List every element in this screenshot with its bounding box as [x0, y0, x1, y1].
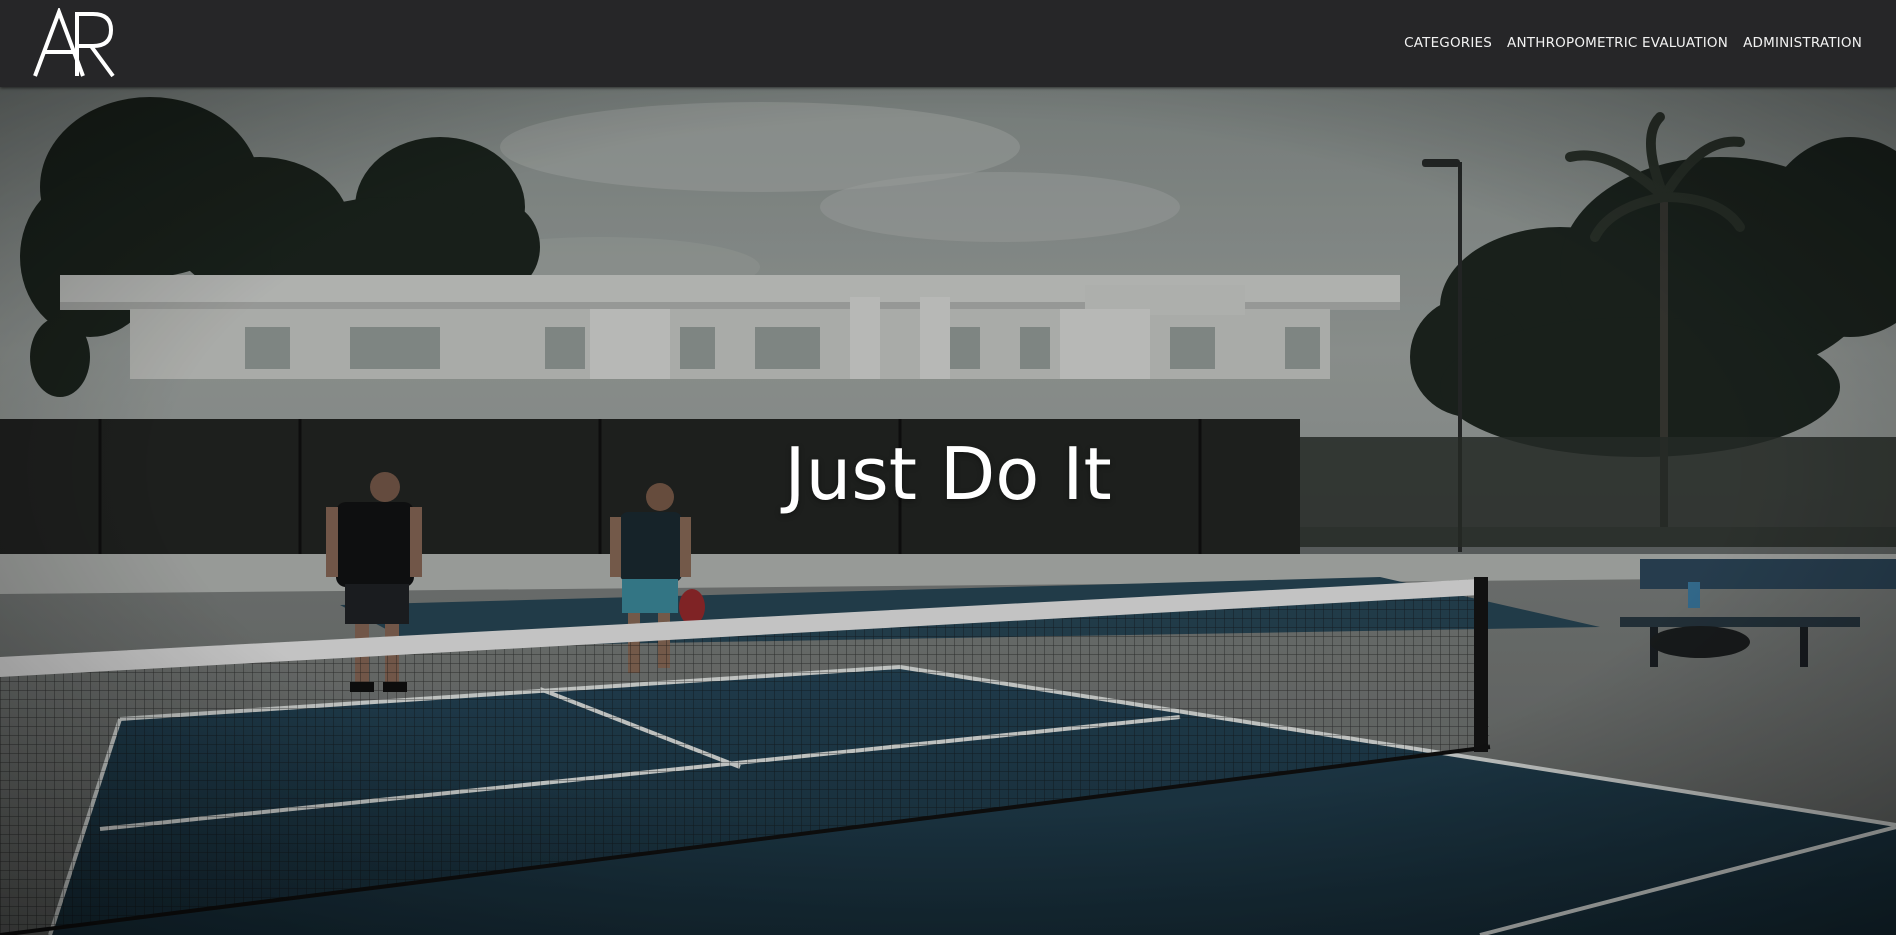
- main-nav: CATEGORIES ANTHROPOMETRIC EVALUATION ADM…: [1404, 35, 1862, 51]
- nav-categories[interactable]: CATEGORIES: [1404, 35, 1492, 51]
- nav-anthropometric-evaluation[interactable]: ANTHROPOMETRIC EVALUATION: [1507, 35, 1728, 51]
- nav-administration[interactable]: ADMINISTRATION: [1743, 35, 1862, 51]
- page: CATEGORIES ANTHROPOMETRIC EVALUATION ADM…: [0, 0, 1896, 935]
- hero-section: Just Do It: [0, 87, 1896, 935]
- ar-logo[interactable]: [33, 8, 115, 78]
- top-navbar: CATEGORIES ANTHROPOMETRIC EVALUATION ADM…: [0, 0, 1896, 87]
- hero-title: Just Do It: [784, 432, 1112, 516]
